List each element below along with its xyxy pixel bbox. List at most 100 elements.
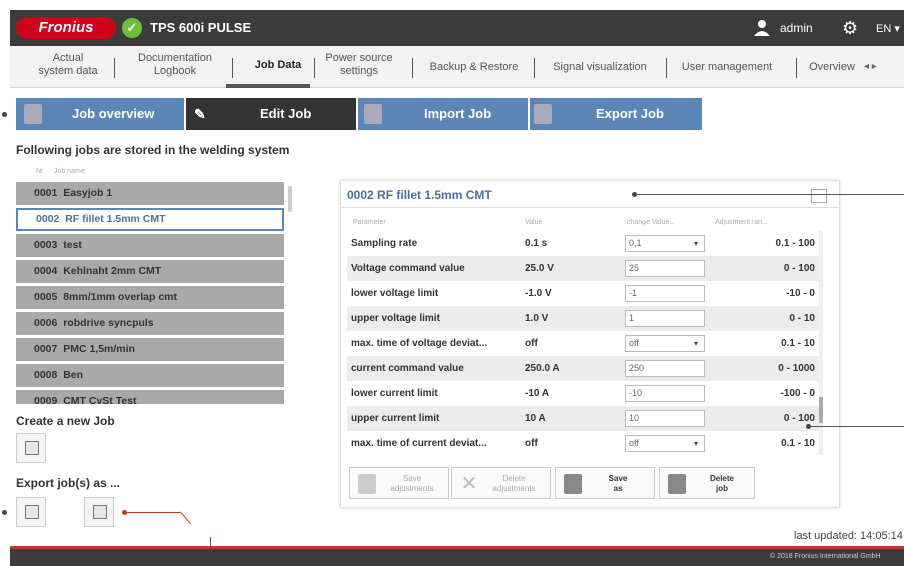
- settings-icon[interactable]: [811, 189, 827, 203]
- user-icon[interactable]: [752, 18, 772, 38]
- param-row: Voltage command value 25.0 V 25 0 - 100: [347, 256, 819, 281]
- top-bar: Fronius ✓ TPS 600i PULSE admin ⚙ EN ▾: [10, 10, 904, 46]
- param-row: current command value 250.0 A 250 0 - 10…: [347, 356, 819, 381]
- close-icon: ✕: [460, 473, 478, 495]
- import-job-button[interactable]: Import Job: [358, 98, 528, 130]
- param-input[interactable]: 25: [625, 260, 705, 277]
- job-row-selected[interactable]: 0002 RF fillet 1.5mm CMT: [16, 208, 284, 231]
- param-select[interactable]: off: [625, 335, 705, 352]
- list-icon: [24, 104, 42, 124]
- job-list: 0001 Easyjob 1 0002 RF fillet 1.5mm CMT …: [16, 182, 284, 404]
- job-row[interactable]: 0005 8mm/1mm overlap cmt: [16, 286, 284, 309]
- nav-divider: [232, 58, 233, 78]
- tab-backup-restore[interactable]: Backup & Restore: [422, 61, 526, 74]
- footer-bar: © 2018 Fronius International GmbH: [10, 546, 904, 566]
- save-icon: [358, 474, 376, 494]
- param-row: lower current limit -10 A -10 -100 - 0: [347, 381, 819, 406]
- col-nr-header: Nr.: [36, 168, 45, 175]
- col-range-header: Adjustment ran...: [715, 219, 768, 226]
- nav-divider: [796, 58, 797, 78]
- export-icon: [534, 104, 552, 124]
- export-format-icon: [25, 505, 39, 519]
- active-tab-indicator: [226, 84, 310, 88]
- language-select[interactable]: EN ▾: [876, 22, 900, 35]
- gear-icon[interactable]: ⚙: [842, 18, 862, 38]
- last-updated: last updated: 14:05:14: [794, 530, 903, 542]
- param-select[interactable]: off: [625, 435, 705, 452]
- nav-divider: [114, 58, 115, 78]
- param-row: max. time of voltage deviat... off off 0…: [347, 331, 819, 356]
- export-jobs-title: Export job(s) as ...: [16, 476, 121, 490]
- job-detail-title: 0002 RF fillet 1.5mm CMT: [347, 188, 492, 202]
- delete-job-button[interactable]: Delete job: [659, 467, 755, 499]
- annotation-line: [636, 194, 904, 195]
- annotation-line: [810, 426, 904, 427]
- job-detail-panel: 0002 RF fillet 1.5mm CMT Parameter Value…: [340, 180, 840, 508]
- export-job-button[interactable]: Export Job: [530, 98, 702, 130]
- job-row[interactable]: 0008 Ben: [16, 364, 284, 387]
- tab-actual-system-data[interactable]: Actual system data: [28, 52, 108, 78]
- tab-documentation-logbook[interactable]: Documentation Logbook: [120, 52, 230, 78]
- col-job-name-header: Job name: [54, 168, 85, 175]
- annotation-line: [180, 511, 192, 525]
- new-job-icon: [25, 441, 39, 455]
- pencil-icon: ✎: [194, 106, 206, 122]
- nav-divider: [412, 58, 413, 78]
- param-row: Sampling rate 0.1 s 0,1 0.1 - 100: [347, 231, 819, 256]
- divider: [341, 207, 839, 208]
- save-as-button[interactable]: Save as: [555, 467, 655, 499]
- param-row: lower voltage limit -1.0 V -1 -10 - 0: [347, 281, 819, 306]
- job-row[interactable]: 0006 robdrive syncpuls: [16, 312, 284, 335]
- param-row: upper current limit 10 A 10 0 - 100: [347, 406, 819, 431]
- tab-user-management[interactable]: User management: [672, 61, 782, 74]
- job-row[interactable]: 0007 PMC 1,5m/min: [16, 338, 284, 361]
- param-input[interactable]: 250: [625, 360, 705, 377]
- job-row[interactable]: 0009 CMT CvSt Test: [16, 390, 284, 404]
- export-format-icon: [93, 505, 107, 519]
- delete-adjustments-button[interactable]: ✕ Delete adjustments: [451, 467, 551, 499]
- param-input[interactable]: -10: [625, 385, 705, 402]
- main-nav: Actual system data Documentation Logbook…: [10, 46, 904, 88]
- annotation-dot: [2, 510, 7, 515]
- save-as-icon: [564, 474, 582, 494]
- fronius-logo: Fronius: [16, 17, 116, 39]
- status-ok-icon: ✓: [122, 18, 142, 38]
- annotation-dot: [2, 112, 7, 117]
- tab-power-source-settings[interactable]: Power source settings: [318, 52, 400, 78]
- annotation-line: [124, 512, 180, 513]
- copyright: © 2018 Fronius International GmbH: [770, 553, 881, 560]
- col-change-header: change Value...: [627, 219, 676, 226]
- job-row[interactable]: 0001 Easyjob 1: [16, 182, 284, 205]
- jobs-list-title: Following jobs are stored in the welding…: [16, 143, 290, 157]
- nav-scroll-arrows[interactable]: ◂ ▸: [864, 61, 877, 72]
- nav-divider: [534, 58, 535, 78]
- col-parameter-header: Parameter: [353, 219, 386, 226]
- param-input[interactable]: 1: [625, 310, 705, 327]
- trash-icon: [668, 474, 686, 494]
- nav-divider: [666, 58, 667, 78]
- tab-job-data[interactable]: Job Data: [238, 59, 318, 72]
- param-row: max. time of current deviat... off off 0…: [347, 431, 819, 456]
- save-adjustments-button[interactable]: Save adjustments: [349, 467, 449, 499]
- device-name: TPS 600i PULSE: [150, 20, 252, 35]
- tab-signal-visualization[interactable]: Signal visualization: [540, 61, 660, 74]
- panel-scrollbar-thumb[interactable]: [819, 397, 823, 423]
- job-overview-button[interactable]: Job overview: [16, 98, 184, 130]
- edit-job-button[interactable]: ✎ Edit Job: [186, 98, 356, 130]
- nav-divider: [314, 58, 315, 78]
- param-input[interactable]: -1: [625, 285, 705, 302]
- job-list-scrollbar[interactable]: [288, 186, 292, 212]
- import-icon: [364, 104, 382, 124]
- job-row[interactable]: 0003 test: [16, 234, 284, 257]
- param-select[interactable]: 0,1: [625, 235, 705, 252]
- param-row: upper voltage limit 1.0 V 1 0 - 10: [347, 306, 819, 331]
- job-row[interactable]: 0004 Kehlnaht 2mm CMT: [16, 260, 284, 283]
- export-xml-button[interactable]: [16, 497, 46, 527]
- export-txt-button[interactable]: [84, 497, 114, 527]
- tab-overview[interactable]: Overview: [804, 61, 860, 74]
- col-value-header: Value: [525, 219, 543, 226]
- param-input[interactable]: 10: [625, 410, 705, 427]
- user-name[interactable]: admin: [780, 21, 813, 35]
- create-job-title: Create a new Job: [16, 414, 115, 428]
- create-job-button[interactable]: [16, 433, 46, 463]
